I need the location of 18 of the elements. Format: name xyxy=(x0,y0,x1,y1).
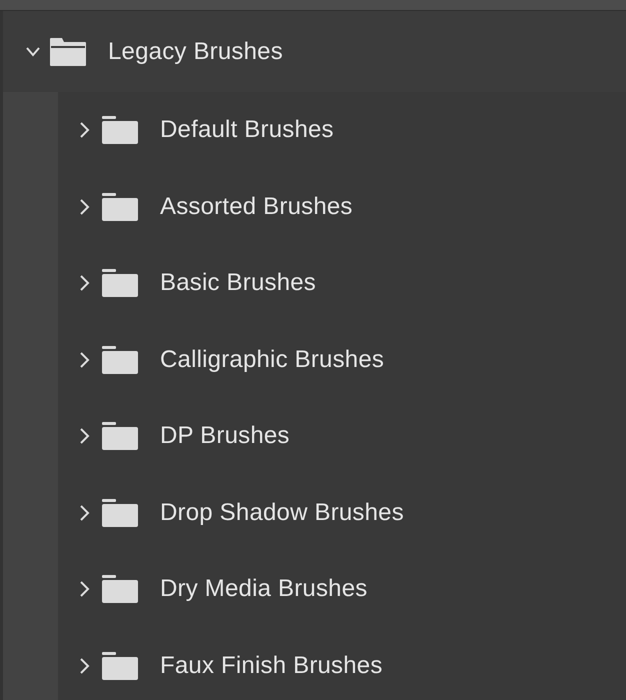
folder-icon xyxy=(101,650,139,681)
folder-icon xyxy=(101,574,139,604)
folder-label[interactable]: DP Brushes xyxy=(160,422,290,450)
folder-label[interactable]: Legacy Brushes xyxy=(108,38,283,66)
folder-label[interactable]: Calligraphic Brushes xyxy=(160,346,384,374)
folder-label[interactable]: Dry Media Brushes xyxy=(160,575,368,604)
folder-label[interactable]: Basic Brushes xyxy=(160,269,316,298)
folder-icon xyxy=(49,36,87,66)
folder-icon xyxy=(101,498,139,528)
folder-icon xyxy=(101,192,139,222)
folder-icon xyxy=(101,421,139,452)
folder-label[interactable]: Default Brushes xyxy=(160,116,334,144)
folder-label[interactable]: Drop Shadow Brushes xyxy=(160,498,404,527)
folder-label[interactable]: Faux Finish Brushes xyxy=(160,652,383,680)
folder-icon xyxy=(101,268,139,298)
folder-icon xyxy=(101,115,139,146)
folder-label[interactable]: Assorted Brushes xyxy=(160,192,353,221)
folder-icon xyxy=(101,344,139,375)
